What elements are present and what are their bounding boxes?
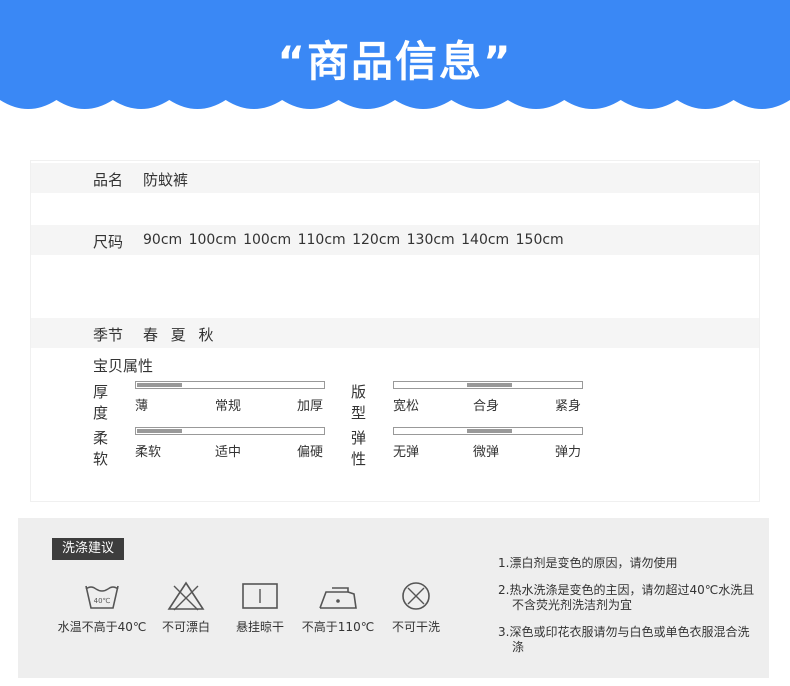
attributes-title: 宝贝属性 (93, 357, 154, 375)
care-instructions-panel: 洗涤建议 40℃ 水温不高于40℃ 不可漂白 悬挂晾干 不高于110℃ 不可干洗… (18, 518, 769, 678)
season-value: 春 夏 秋 (143, 326, 218, 344)
care-note: 3.深色或印花衣服请勿与白色或单色衣服混合洗涤 (498, 625, 750, 654)
care-notes: 1.漂白剂是变色的原因，请勿使用 2.热水洗涤是变色的主因，请勿超过40℃水洗且… (498, 556, 758, 667)
size-row: 尺码 90cm 100cm 100cm 110cm 120cm 130cm 14… (31, 225, 759, 255)
tick-low: 薄 (135, 399, 149, 414)
iron-icon (319, 587, 357, 609)
care-item-dry-clean: 不可干洗 (384, 580, 448, 635)
page-title: “商品信息” (277, 37, 513, 86)
scale-fill (466, 383, 512, 387)
wash-temp-text: 40℃ (94, 597, 111, 605)
tick-high: 偏硬 (297, 445, 324, 460)
care-caption: 悬挂晾干 (235, 620, 284, 634)
attribute-scale (135, 381, 325, 389)
attribute-scale (393, 381, 583, 389)
product-name-row: 品名 防蚊裤 (31, 163, 759, 193)
care-note: 2.热水洗涤是变色的主因，请勿超过40℃水洗且不含荧光剂洗洁剂为宜 (498, 583, 755, 612)
no-bleach-icon (167, 581, 205, 611)
header-banner: “商品信息” (0, 0, 790, 120)
attribute-name: 厚度 (93, 383, 109, 422)
care-item-iron: 不高于110℃ (300, 580, 376, 635)
care-tag: 洗涤建议 (52, 538, 125, 560)
product-name-value: 防蚊裤 (143, 171, 189, 189)
attribute-scale (135, 427, 325, 435)
scale-fill (466, 429, 512, 433)
season-label: 季节 (93, 326, 124, 344)
product-name-label: 品名 (93, 171, 124, 189)
size-label: 尺码 (93, 233, 124, 251)
scale-fill (137, 429, 182, 433)
hang-dry-icon (242, 583, 278, 609)
product-info-card: 品名 防蚊裤 尺码 90cm 100cm 100cm 110cm 120cm 1… (30, 160, 760, 502)
care-caption: 不可干洗 (391, 620, 440, 634)
tick-high: 紧身 (555, 399, 582, 414)
no-dry-clean-icon (402, 582, 430, 610)
tick-low: 柔软 (135, 445, 162, 460)
wash-40-icon: 40℃ (85, 585, 119, 609)
season-row: 季节 春 夏 秋 (31, 318, 759, 348)
tick-mid: 合身 (473, 399, 500, 414)
tick-low: 无弹 (393, 445, 420, 460)
care-item-hang-dry: 悬挂晾干 (228, 580, 292, 635)
care-item-wash: 40℃ 水温不高于40℃ (52, 580, 152, 635)
tick-low: 宽松 (393, 399, 420, 414)
size-value: 90cm 100cm 100cm 110cm 120cm 130cm 140cm… (143, 232, 564, 248)
care-caption: 不可漂白 (161, 620, 210, 634)
care-caption: 水温不高于40℃ (57, 620, 147, 634)
tick-mid: 微弹 (473, 445, 500, 460)
tick-high: 加厚 (297, 399, 324, 414)
attribute-name: 柔软 (93, 429, 109, 468)
attribute-scale (393, 427, 583, 435)
tick-mid: 适中 (215, 445, 242, 460)
care-caption: 不高于110℃ (301, 620, 375, 634)
care-item-bleach: 不可漂白 (154, 580, 218, 635)
attribute-name: 弹性 (351, 429, 367, 468)
tick-high: 弹力 (555, 445, 582, 460)
tick-mid: 常规 (215, 399, 242, 414)
scale-fill (137, 383, 182, 387)
attribute-name: 版型 (351, 383, 367, 422)
care-note: 1.漂白剂是变色的原因，请勿使用 (498, 556, 678, 570)
